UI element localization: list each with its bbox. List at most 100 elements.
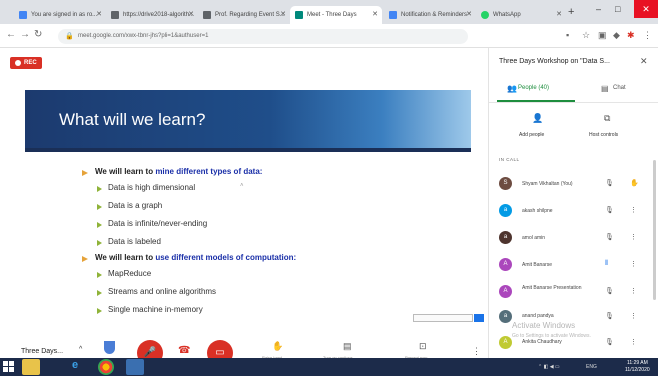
slide-sub-bullet: Data is high dimensional [108, 183, 196, 192]
minimize-button[interactable]: – [596, 4, 601, 14]
avatar: S [499, 177, 512, 190]
panel-title: Three Days Workshop on "Data S... [499, 58, 610, 65]
mic-off-icon[interactable]: 🎙 [605, 312, 614, 320]
browser-tab[interactable]: WhatsApp ✕ [476, 6, 566, 24]
slide-sub-bullet: Data is labeled [108, 237, 161, 246]
bullet-lead: We will learn to [95, 167, 156, 176]
slide-bullet: We will learn to mine different types of… [95, 167, 262, 176]
avatar: a [499, 204, 512, 217]
bullet-lead: We will learn to [95, 253, 156, 262]
extension-icon[interactable]: ◆ [613, 30, 620, 41]
chevron-up-icon[interactable]: ^ [79, 346, 82, 353]
file-explorer-icon[interactable] [22, 359, 40, 375]
slide-sub-bullet: Single machine in-memory [108, 305, 203, 314]
language-indicator[interactable]: ENG [586, 364, 597, 370]
participant-more-icon[interactable]: ⋮ [630, 338, 637, 346]
tab-title: Meet - Three Days [307, 12, 357, 18]
taskbar-app-icon[interactable] [126, 359, 144, 375]
participant-more-icon[interactable]: ⋮ [630, 233, 637, 241]
tab-people[interactable]: People (40) [518, 85, 549, 91]
add-person-icon[interactable]: 👤 [532, 113, 543, 124]
slide-sub-bullet: Data is infinite/never-ending [108, 219, 208, 228]
meeting-details-button[interactable]: Three Days... [21, 348, 63, 355]
slide-sub-bullet: MapReduce [108, 269, 152, 278]
speaking-indicator-icon[interactable]: ⦀ [605, 260, 608, 268]
lock-icon: 🔒 [65, 33, 74, 40]
new-tab-button[interactable]: + [568, 6, 574, 18]
participant-name: Amit Banarse [522, 262, 553, 268]
tab-close-icon[interactable]: ✕ [372, 6, 378, 24]
tab-close-icon[interactable]: ✕ [188, 6, 194, 24]
clock-time[interactable]: 11:29 AM [627, 360, 648, 366]
bullet-arrow-icon [82, 256, 88, 262]
mic-off-icon[interactable]: 🎙 [605, 338, 614, 346]
add-people-button[interactable]: Add people [519, 132, 544, 138]
browser-tab[interactable]: You are signed in as ro... ✕ [14, 6, 106, 24]
tray-icons[interactable]: ⌃ ◧ ◀ ▭ [538, 364, 560, 370]
camera-icon[interactable]: ▪ [566, 30, 569, 40]
participant-name: anand pandya [522, 313, 554, 319]
browser-tab[interactable]: Prof. Regarding Event S... ✕ [198, 6, 290, 24]
close-icon[interactable]: ✕ [640, 56, 648, 67]
participant-more-icon[interactable]: ⋮ [630, 312, 637, 320]
slide-sub-bullet: Streams and online algorithms [108, 287, 217, 296]
slide-sub-bullet: Data is a graph [108, 201, 163, 210]
tab-favicon-icon [203, 11, 211, 19]
mic-off-icon[interactable]: 🎙 [605, 206, 614, 214]
tab-title: https://drive2018-algorith... [123, 12, 195, 18]
browser-tab-active[interactable]: Meet - Three Days ✕ [290, 6, 382, 24]
divider [489, 102, 658, 103]
url-text[interactable]: meet.google.com/xwx-tbnr-jhs?pli=1&authu… [78, 33, 208, 39]
participant-more-icon[interactable]: ⋮ [630, 287, 637, 295]
edge-icon[interactable]: e [72, 359, 78, 371]
host-controls-button[interactable]: Host controls [589, 132, 618, 138]
raise-hand-icon[interactable]: ✋ [272, 341, 283, 352]
participant-more-icon[interactable]: ⋮ [630, 260, 637, 268]
tab-close-icon[interactable]: ✕ [466, 6, 472, 24]
present-icon[interactable]: ⊡ [419, 341, 427, 352]
clock-date[interactable]: 11/12/2020 [625, 367, 650, 373]
presentation-chip-button[interactable] [474, 314, 484, 322]
windows-start-icon[interactable] [3, 361, 15, 373]
participant-name: Ankita Chaudhary [522, 339, 562, 345]
browser-tab[interactable]: Notification & Reminders ✕ [384, 6, 476, 24]
participant-more-icon[interactable]: ⋮ [630, 206, 637, 214]
tab-close-icon[interactable]: ✕ [556, 6, 562, 24]
extension-icon[interactable]: ▣ [598, 30, 607, 41]
hang-up-icon[interactable]: ☎ [178, 345, 190, 356]
close-window-button[interactable]: ✕ [634, 0, 658, 18]
mic-off-icon[interactable]: 🎙 [605, 179, 614, 187]
sub-bullet-arrow-icon [97, 290, 102, 296]
activate-windows-hint: Go to Settings to activate Windows. [512, 333, 591, 339]
presentation-chip[interactable] [413, 314, 473, 322]
tab-chat[interactable]: Chat [613, 85, 626, 91]
forward-icon[interactable]: → [20, 29, 30, 40]
host-controls-icon[interactable]: ⧉ [604, 113, 610, 124]
extension-icon[interactable]: ✱ [627, 30, 635, 41]
captions-icon[interactable]: ▤ [343, 341, 352, 352]
tab-favicon-icon [389, 11, 397, 19]
maximize-button[interactable]: □ [615, 4, 620, 14]
sub-bullet-arrow-icon [97, 272, 102, 278]
chrome-icon[interactable] [98, 359, 114, 375]
browser-tab[interactable]: https://drive2018-algorith... ✕ [106, 6, 198, 24]
tab-close-icon[interactable]: ✕ [280, 6, 286, 24]
more-options-icon[interactable]: ⋮ [472, 346, 481, 357]
chat-icon[interactable]: ▤ [601, 84, 609, 93]
avatar: A [499, 336, 512, 349]
back-icon[interactable]: ← [6, 29, 16, 40]
browser-menu-icon[interactable]: ⋮ [643, 30, 652, 41]
panel-scrollbar[interactable] [653, 160, 656, 300]
mic-off-icon[interactable]: 🎙 [605, 287, 614, 295]
tab-close-icon[interactable]: ✕ [96, 6, 102, 24]
tab-title: Notification & Reminders [401, 12, 468, 18]
star-icon[interactable]: ☆ [582, 30, 590, 41]
raise-hand-icon[interactable]: ✋ [630, 179, 639, 187]
sub-bullet-arrow-icon [97, 204, 102, 210]
pointer-icon: ˄ [240, 183, 244, 189]
reload-icon[interactable]: ↻ [34, 29, 42, 40]
security-shield-icon[interactable] [104, 341, 115, 354]
people-icon[interactable]: 👥 [507, 84, 517, 93]
avatar: A [499, 285, 512, 298]
mic-off-icon[interactable]: 🎙 [605, 233, 614, 241]
